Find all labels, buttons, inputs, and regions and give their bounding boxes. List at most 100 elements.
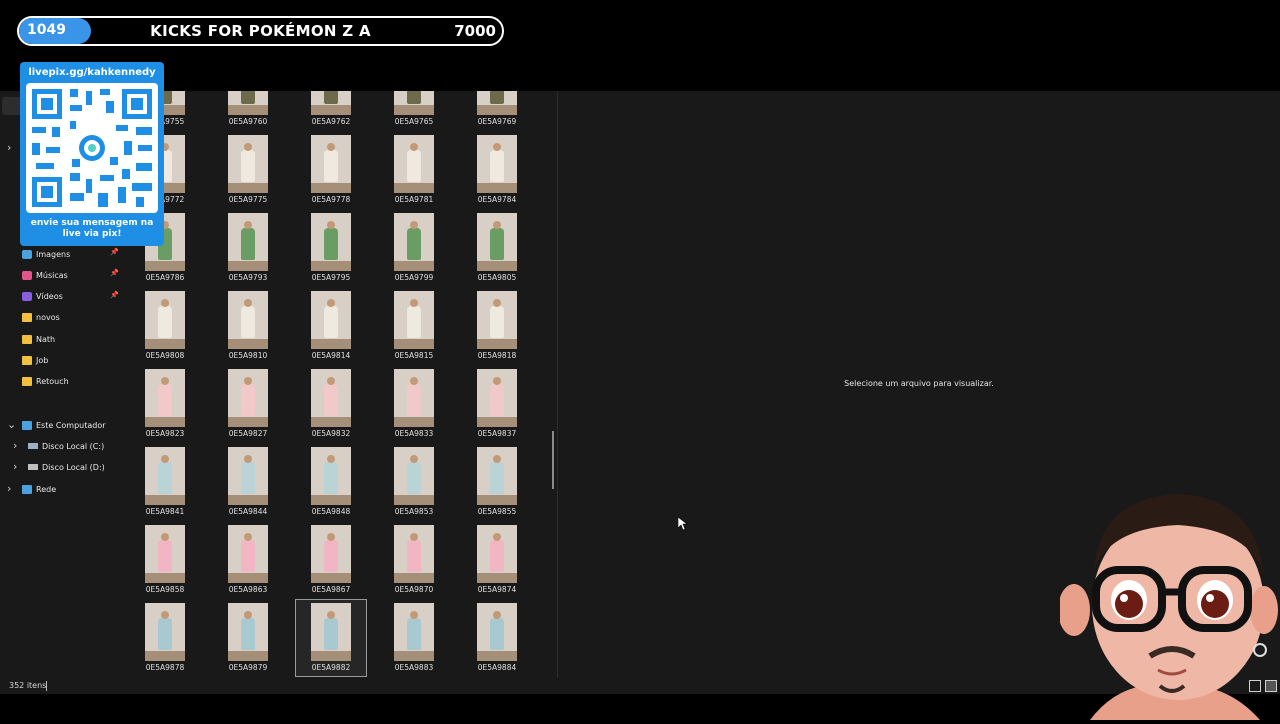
file-tile[interactable]: 0E5A9795 [296, 210, 366, 286]
image-thumbnail [228, 135, 268, 193]
pin-icon[interactable]: 📌 [110, 248, 119, 256]
goal-target-amount: 7000 [454, 22, 496, 40]
file-tile[interactable]: 0E5A9867 [296, 522, 366, 598]
file-tile[interactable]: 0E5A9853 [379, 444, 449, 520]
file-name: 0E5A9863 [228, 585, 268, 594]
donation-url: livepix.gg/kahkennedy [28, 67, 156, 78]
image-thumbnail [394, 369, 434, 427]
sidebar-item-imagens[interactable]: Imagens [22, 245, 70, 263]
file-name: 0E5A9795 [311, 273, 351, 282]
file-tile[interactable]: 0E5A9760 [213, 91, 283, 130]
file-tile[interactable]: 0E5A9879 [213, 600, 283, 676]
file-tile[interactable]: 0E5A9844 [213, 444, 283, 520]
sidebar-item-label: Imagens [36, 249, 71, 259]
file-tile[interactable]: 0E5A9814 [296, 288, 366, 364]
image-thumbnail [145, 447, 185, 505]
pin-icon[interactable]: 📌 [110, 291, 119, 299]
sidebar-item-label: Disco Local (C:) [42, 441, 105, 451]
file-tile[interactable]: 0E5A9775 [213, 132, 283, 208]
scrollbar-thumb[interactable] [552, 431, 554, 489]
file-tile[interactable]: 0E5A9858 [130, 522, 200, 598]
file-tile[interactable]: 0E5A9874 [462, 522, 532, 598]
sidebar-item-m-sicas[interactable]: Músicas [22, 266, 68, 284]
image-thumbnail [477, 135, 517, 193]
file-name: 0E5A9884 [477, 663, 517, 672]
sidebar-item-v-deos[interactable]: Vídeos [22, 288, 63, 306]
status-divider [46, 681, 47, 691]
file-name: 0E5A9769 [477, 117, 517, 126]
file-tile[interactable]: 0E5A9833 [379, 366, 449, 442]
file-name: 0E5A9848 [311, 507, 351, 516]
file-tile[interactable]: 0E5A9793 [213, 210, 283, 286]
file-tile[interactable]: 0E5A9837 [462, 366, 532, 442]
file-tile[interactable]: 0E5A9878 [130, 600, 200, 676]
image-thumbnail [311, 603, 351, 661]
file-name: 0E5A9844 [228, 507, 268, 516]
preview-placeholder-text: Selecione um arquivo para visualizar. [844, 379, 994, 388]
expand-chevron-icon[interactable]: › [7, 482, 11, 495]
file-tile[interactable]: 0E5A9778 [296, 132, 366, 208]
qr-code-icon [26, 83, 158, 213]
file-tile[interactable]: 0E5A9810 [213, 288, 283, 364]
expand-chevron-icon[interactable]: › [13, 439, 17, 452]
file-tile[interactable]: 0E5A9818 [462, 288, 532, 364]
pin-icon[interactable]: 📌 [110, 269, 119, 277]
file-tile[interactable]: 0E5A9805 [462, 210, 532, 286]
image-thumbnail [477, 447, 517, 505]
file-tile[interactable]: 0E5A9848 [296, 444, 366, 520]
file-name: 0E5A9814 [311, 351, 351, 360]
image-thumbnail [311, 213, 351, 271]
file-tile[interactable]: 0E5A9762 [296, 91, 366, 130]
image-thumbnail [311, 525, 351, 583]
file-tile[interactable]: 0E5A9841 [130, 444, 200, 520]
folder-icon [22, 334, 32, 344]
image-thumbnail [477, 603, 517, 661]
file-tile[interactable]: 0E5A9784 [462, 132, 532, 208]
sidebar-item-label: Retouch [36, 377, 69, 387]
file-tile[interactable]: 0E5A9781 [379, 132, 449, 208]
file-tile[interactable]: 0E5A9863 [213, 522, 283, 598]
sidebar-item-network[interactable]: Rede [22, 480, 56, 498]
file-tile[interactable]: 0E5A9832 [296, 366, 366, 442]
sidebar-item-novos[interactable]: novos [22, 309, 60, 327]
file-name: 0E5A9808 [145, 351, 185, 360]
sidebar-item-label: Músicas [36, 270, 68, 280]
image-thumbnail [394, 91, 434, 115]
mouse-cursor-icon [678, 517, 688, 531]
file-tile[interactable]: 0E5A9884 [462, 600, 532, 676]
sidebar-item-retouch[interactable]: Retouch [22, 373, 69, 391]
file-tile[interactable]: 0E5A9855 [462, 444, 532, 520]
image-thumbnail [394, 603, 434, 661]
expand-chevron-icon[interactable]: › [13, 460, 17, 473]
image-thumbnail [228, 525, 268, 583]
file-tile[interactable]: 0E5A9769 [462, 91, 532, 130]
sidebar-item-this-pc[interactable]: Este Computador [22, 416, 106, 434]
file-tile[interactable]: 0E5A9808 [130, 288, 200, 364]
file-tile[interactable]: 0E5A9883 [379, 600, 449, 676]
file-tile[interactable]: 0E5A9870 [379, 522, 449, 598]
sidebar-item-drive-c[interactable]: Disco Local (C:) [28, 437, 104, 455]
file-tile[interactable]: 0E5A9815 [379, 288, 449, 364]
drive-icon [28, 443, 38, 449]
sidebar-item-label: Rede [36, 484, 57, 494]
file-tile[interactable]: 0E5A9823 [130, 366, 200, 442]
file-name: 0E5A9833 [394, 429, 434, 438]
file-tile[interactable]: 0E5A9882 [295, 599, 367, 677]
file-name: 0E5A9870 [394, 585, 434, 594]
image-thumbnail [477, 291, 517, 349]
computer-icon [22, 420, 32, 430]
file-name: 0E5A9765 [394, 117, 434, 126]
sidebar-item-drive-d[interactable]: Disco Local (D:) [28, 458, 105, 476]
file-tile[interactable]: 0E5A9765 [379, 91, 449, 130]
file-name: 0E5A9784 [477, 195, 517, 204]
collapse-chevron-icon[interactable]: ⌄ [7, 418, 16, 431]
sidebar-item-job[interactable]: Job [22, 352, 48, 370]
sidebar-item-nath[interactable]: Nath [22, 330, 55, 348]
file-name: 0E5A9762 [311, 117, 351, 126]
file-name: 0E5A9874 [477, 585, 517, 594]
music-icon [22, 270, 32, 280]
pictures-icon [22, 249, 32, 259]
file-tile[interactable]: 0E5A9827 [213, 366, 283, 442]
file-tile[interactable]: 0E5A9799 [379, 210, 449, 286]
expand-chevron-icon[interactable]: › [7, 141, 11, 154]
